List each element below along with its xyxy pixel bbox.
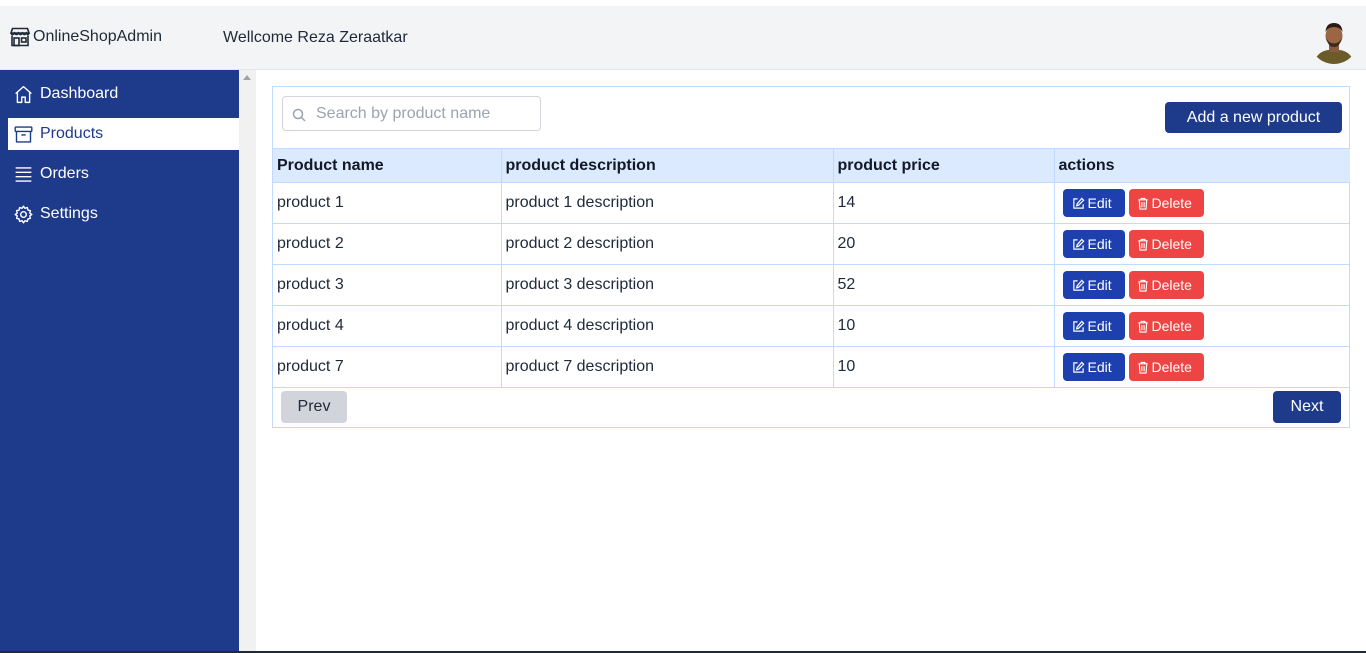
edit-icon <box>1072 237 1085 251</box>
trash-icon <box>1137 279 1149 292</box>
delete-label: Delete <box>1151 318 1192 334</box>
table-row: product 3 product 3 description 52 Edit … <box>273 264 1350 306</box>
trash-icon <box>1137 197 1149 210</box>
edit-label: Edit <box>1087 236 1112 252</box>
sidebar-item-label: Settings <box>40 205 98 222</box>
cell-actions: Edit Delete <box>1053 182 1350 224</box>
cell-product-price: 10 <box>832 346 1055 388</box>
edit-icon <box>1072 319 1085 333</box>
cell-product-description: product 7 description <box>500 346 834 388</box>
edit-icon <box>1072 278 1085 292</box>
delete-label: Delete <box>1151 277 1192 293</box>
delete-label: Delete <box>1151 359 1192 375</box>
brand-name: OnlineShopAdmin <box>33 28 162 45</box>
gear-icon <box>13 204 34 225</box>
trash-icon <box>1137 361 1149 374</box>
list-icon <box>13 164 34 185</box>
delete-button[interactable]: Delete <box>1128 312 1204 340</box>
delete-button[interactable]: Delete <box>1128 353 1204 381</box>
cell-product-price: 10 <box>832 305 1055 347</box>
delete-button[interactable]: Delete <box>1128 189 1204 217</box>
table-row: product 1 product 1 description 14 Edit … <box>273 182 1350 224</box>
cell-product-name: product 4 <box>273 305 502 347</box>
edit-button[interactable]: Edit <box>1062 312 1125 340</box>
cell-product-name: product 7 <box>273 346 502 388</box>
table-row: product 7 product 7 description 10 Edit … <box>273 346 1350 388</box>
table-header-row: Product name product description product… <box>273 148 1350 183</box>
cell-product-price: 14 <box>832 182 1055 224</box>
sidebar-item-label: Orders <box>40 165 89 182</box>
edit-button[interactable]: Edit <box>1062 189 1125 217</box>
brand[interactable]: OnlineShopAdmin <box>9 27 162 47</box>
edit-icon <box>1072 360 1085 374</box>
store-icon <box>9 27 31 47</box>
sidebar-item-orders[interactable]: Orders <box>8 158 239 190</box>
cell-product-name: product 2 <box>273 223 502 265</box>
edit-button[interactable]: Edit <box>1062 230 1125 258</box>
cell-product-description: product 3 description <box>500 264 834 306</box>
trash-icon <box>1137 238 1149 251</box>
sidebar-item-settings[interactable]: Settings <box>8 198 239 230</box>
home-icon <box>13 84 34 105</box>
search-input[interactable] <box>283 97 540 130</box>
top-header: OnlineShopAdmin Wellcome Reza Zeraatkar <box>0 6 1366 70</box>
column-header-description: product description <box>500 148 834 183</box>
search-box[interactable] <box>282 96 541 131</box>
cell-product-name: product 1 <box>273 182 502 224</box>
products-table: Product name product description product… <box>273 148 1350 388</box>
edit-label: Edit <box>1087 359 1112 375</box>
delete-label: Delete <box>1151 236 1192 252</box>
scroll-up-arrow-icon[interactable] <box>243 75 251 80</box>
cell-product-description: product 4 description <box>500 305 834 347</box>
cell-product-description: product 1 description <box>500 182 834 224</box>
edit-label: Edit <box>1087 195 1112 211</box>
edit-button[interactable]: Edit <box>1062 271 1125 299</box>
edit-icon <box>1072 196 1085 210</box>
column-header-price: product price <box>832 148 1055 183</box>
prev-page-button[interactable]: Prev <box>281 391 347 423</box>
welcome-text: Wellcome Reza Zeraatkar <box>223 29 408 46</box>
next-page-button[interactable]: Next <box>1273 391 1341 423</box>
cell-actions: Edit Delete <box>1053 264 1350 306</box>
sidebar-item-products[interactable]: Products <box>8 118 239 150</box>
avatar[interactable] <box>1310 16 1358 64</box>
table-row: product 4 product 4 description 10 Edit … <box>273 305 1350 347</box>
edit-label: Edit <box>1087 318 1112 334</box>
column-header-name: Product name <box>273 148 502 183</box>
edit-button[interactable]: Edit <box>1062 353 1125 381</box>
column-header-actions: actions <box>1053 148 1350 183</box>
sidebar-item-label: Dashboard <box>40 85 119 102</box>
cell-actions: Edit Delete <box>1053 305 1350 347</box>
delete-button[interactable]: Delete <box>1128 230 1204 258</box>
sidebar-scrollbar[interactable] <box>239 70 256 653</box>
products-panel: Add a new product Product name product d… <box>272 86 1350 428</box>
sidebar-item-label: Products <box>40 125 104 142</box>
add-product-button[interactable]: Add a new product <box>1165 102 1342 133</box>
cell-actions: Edit Delete <box>1053 223 1350 265</box>
trash-icon <box>1137 320 1149 333</box>
cell-product-price: 20 <box>832 223 1055 265</box>
delete-label: Delete <box>1151 195 1192 211</box>
cell-actions: Edit Delete <box>1053 346 1350 388</box>
delete-button[interactable]: Delete <box>1128 271 1204 299</box>
cell-product-price: 52 <box>832 264 1055 306</box>
sidebar-item-dashboard[interactable]: Dashboard <box>8 78 239 110</box>
cell-product-name: product 3 <box>273 264 502 306</box>
cell-product-description: product 2 description <box>500 223 834 265</box>
sidebar: Dashboard Products Orders Settings <box>0 70 239 653</box>
edit-label: Edit <box>1087 277 1112 293</box>
table-row: product 2 product 2 description 20 Edit … <box>273 223 1350 265</box>
archive-box-icon <box>13 124 34 145</box>
